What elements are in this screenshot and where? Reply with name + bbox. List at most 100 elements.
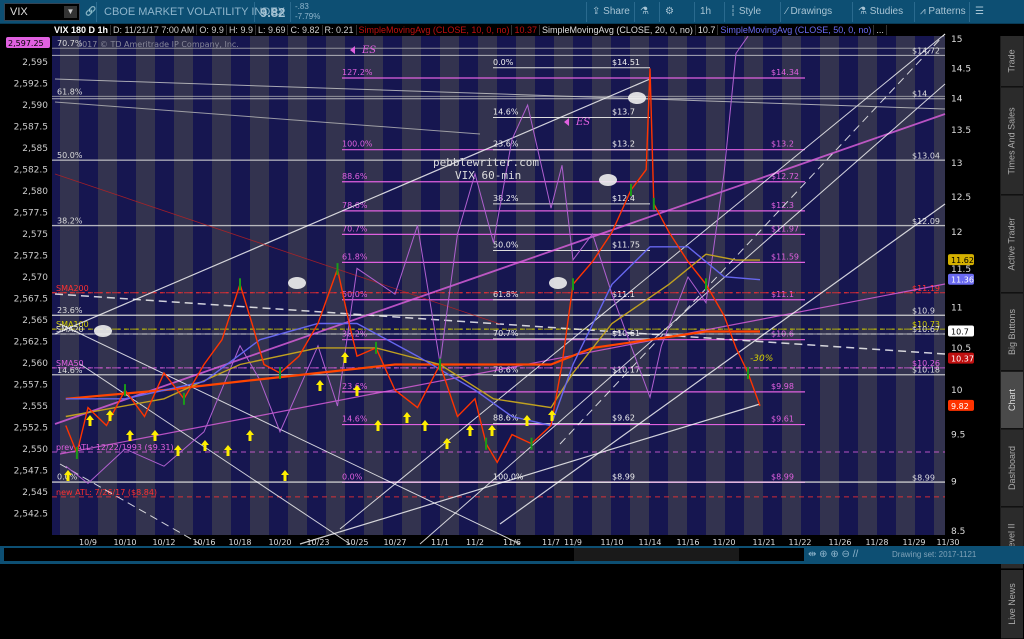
vix-fib-percent: 38.2% [493, 194, 519, 203]
sidebar-tab-active-trader[interactable]: Active Trader [1001, 196, 1023, 293]
study-sma50[interactable]: SimpleMovingAvg (CLOSE, 50, 0, no) [718, 25, 875, 35]
es-ext-fib-price: $9.98 [771, 382, 794, 391]
price-badge-text: 10.7 [951, 328, 969, 337]
left-axis-tick: 2,587.5 [14, 123, 48, 133]
session-stripe [326, 36, 345, 535]
right-axis-tick: 12 [951, 228, 962, 238]
es-fib-label: 38.2% [57, 216, 83, 225]
share-button[interactable]: ⇪ Share [592, 4, 630, 20]
drawings-button[interactable]: ∕ Drawings [786, 4, 832, 20]
es-label: ES [575, 117, 590, 128]
chart-canvas[interactable]: 70.7% 61.8% 50.0% 38.2% 23.6% 14.6% 0.0% 127.2%… [0, 24, 1000, 558]
vix-fib-price: $8.99 [612, 472, 635, 481]
bar-low: L: 9.69 [255, 25, 289, 35]
price-level-label: $14 [912, 90, 927, 99]
horizontal-scrollbar[interactable] [4, 548, 804, 561]
x-axis-tick: 10/12 [152, 538, 175, 546]
symbol-selector[interactable]: VIX ▼ [4, 3, 80, 21]
es-ext-fib-price: $11.1 [771, 290, 794, 299]
zoom-out-icon[interactable]: ⊖ [842, 549, 850, 560]
1h-button[interactable]: 1h [700, 4, 711, 20]
right-axis-tick: 10 [951, 386, 963, 396]
price-badge-text: 11.36 [951, 276, 974, 285]
more-studies[interactable]: ... [874, 25, 887, 35]
watermark-title: pebblewriter.com [433, 156, 539, 169]
crosshair-icon[interactable]: ⊕ [819, 549, 827, 560]
x-axis-tick: 11/20 [712, 538, 735, 546]
session-stripe [98, 36, 117, 535]
percent-drop-label: -30% [750, 354, 773, 364]
sidebar-tab-times-and-sales[interactable]: Times And Sales [1001, 88, 1023, 195]
x-axis-tick: 10/9 [79, 538, 97, 546]
vix-fib-price: $11.75 [612, 240, 640, 249]
x-axis-tick: 11/21 [752, 538, 775, 546]
tab-label: Times And Sales [1007, 107, 1018, 175]
study-sma10-value: 10.37 [512, 25, 540, 35]
price-level-label: $11.19 [912, 284, 940, 293]
study-sma20[interactable]: SimpleMovingAvg (CLOSE, 20, 0, no) [539, 25, 696, 35]
candle-up [439, 358, 441, 371]
candle-up [572, 278, 574, 291]
chevron-down-icon[interactable]: ▼ [64, 6, 77, 18]
session-stripe [364, 36, 383, 535]
button-label: Patterns [928, 6, 966, 17]
button-label: Style [738, 6, 762, 17]
style-button[interactable]: ┆ Style [730, 4, 761, 20]
circle-marker [288, 277, 306, 289]
vix-fib-percent: 50.0% [493, 240, 519, 249]
left-axis-tick: 2,552.5 [14, 424, 48, 434]
right-axis-tick: 11 [951, 304, 962, 314]
studies-button[interactable]: ⚗ Studies [858, 4, 903, 20]
x-axis-tick: 11/22 [788, 538, 811, 546]
gear-icon: ⚙ [665, 6, 674, 17]
x-axis-tick: 11/28 [865, 538, 888, 546]
zoom-in-icon[interactable]: ⊕ [830, 549, 838, 560]
price-change: -.83 -7.79% [295, 2, 320, 22]
drawing-set[interactable]: Drawing set: 2017-1121 [892, 550, 976, 559]
price-level-label: $10.9 [912, 307, 935, 316]
sidebar-tab-dashboard[interactable]: Dashboard [1001, 430, 1023, 507]
left-axis-tick: 2,572.5 [14, 252, 48, 262]
ma-level-label: new ATL: 7/26/17 ($8.84) [56, 488, 157, 497]
vix-fib-price: $13.7 [612, 108, 635, 117]
zoom-tools: ⇹ ⊕ ⊕ ⊖ // [808, 549, 858, 560]
sidebar-tab-trade[interactable]: Trade [1001, 36, 1023, 87]
price-badge-text: 10.37 [951, 355, 974, 364]
left-axis-tick: 2,567.5 [14, 295, 48, 305]
circle-marker [628, 92, 646, 104]
circle-marker [549, 277, 567, 289]
sidebar-tab-big-buttons[interactable]: Big Buttons [1001, 294, 1023, 371]
symbol-text: VIX [10, 6, 28, 18]
left-axis-tick: 2,565 [22, 316, 48, 326]
pan-icon[interactable]: ⇹ [808, 549, 816, 560]
chart-area[interactable]: 70.7% 61.8% 50.0% 38.2% 23.6% 14.6% 0.0% 127.2%… [0, 24, 1024, 558]
session-stripe [516, 36, 535, 535]
circle-marker [599, 174, 617, 186]
sidebar-tab-live-news[interactable]: Live News [1001, 570, 1023, 639]
x-axis-tick: 11/6 [503, 538, 521, 546]
session-stripe [136, 36, 155, 535]
es-ext-fib-price: $11.59 [771, 252, 799, 261]
left-axis-tick: 2,592.5 [14, 80, 48, 90]
es-ext-fib-price: $12.3 [771, 201, 794, 210]
candle-up [530, 437, 533, 450]
flask-button[interactable]: ⚗ [640, 4, 649, 20]
x-axis-tick: 11/14 [638, 538, 661, 546]
scrollbar-thumb[interactable] [574, 548, 739, 561]
menu-button[interactable]: ☰ [975, 4, 984, 20]
gear-button[interactable]: ⚙ [665, 4, 674, 20]
right-axis-tick: 9.5 [951, 431, 965, 441]
sidebar-tab-chart[interactable]: Chart [1001, 372, 1023, 429]
bar-open: O: 9.9 [197, 25, 227, 35]
vix-fib-price: $13.2 [612, 140, 635, 149]
x-axis-tick: 11/2 [466, 538, 484, 546]
x-axis-tick: 11/9 [564, 538, 582, 546]
bar-high: H: 9.9 [226, 25, 256, 35]
link-icon[interactable]: 🔗 [85, 6, 96, 17]
study-sma10[interactable]: SimpleMovingAvg (CLOSE, 10, 0, no) [356, 25, 513, 35]
vix-fib-percent: 0.0% [493, 58, 514, 67]
patterns-button[interactable]: ⩘ Patterns [920, 4, 966, 20]
bar-date: D: 11/21/17 7:00 AM [111, 25, 198, 35]
drawing-tool-icon[interactable]: // [853, 549, 859, 560]
watermark-subtitle: VIX 60-min [455, 169, 521, 182]
